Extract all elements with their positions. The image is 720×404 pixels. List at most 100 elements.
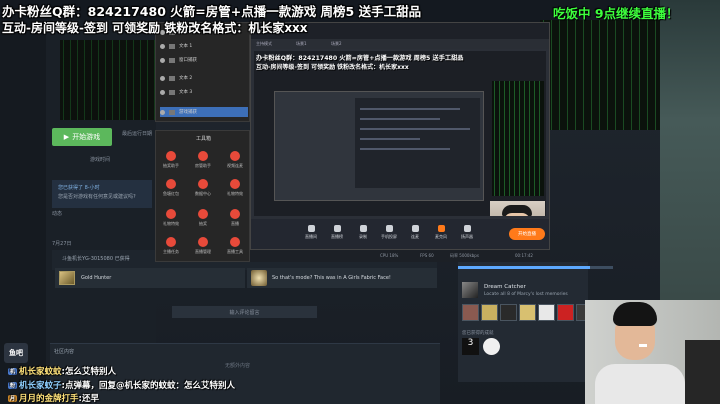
source-item[interactable]: 文本 1 [160, 41, 248, 51]
achievement-tile[interactable] [519, 304, 536, 321]
tool-gift-fx-2[interactable]: 礼物特效 [158, 209, 184, 227]
record-button[interactable]: 录制 [351, 225, 375, 240]
achievement-tile[interactable] [462, 304, 479, 321]
preview-tab[interactable]: 场景1 [296, 41, 307, 47]
scene-sources-panel: 摄像头 1 文本 1 窗口捕获 文本 2 文本 3 游戏捕获 [155, 22, 250, 122]
trophy-icon [59, 271, 75, 285]
tool-label: 抽奖助手 [163, 163, 179, 168]
community-title: 社区内容 [54, 349, 75, 355]
tool-redpacket[interactable]: 鱼塘红包 [158, 179, 184, 197]
eye-icon[interactable] [160, 75, 165, 81]
mic-button[interactable]: 麦克风 [429, 225, 453, 240]
source-item[interactable]: 文本 3 [160, 87, 248, 97]
streamer-webcam [585, 300, 720, 404]
achievement-tile[interactable] [557, 304, 574, 321]
preview-tabs: 主持模式 场景1 场景2 [251, 39, 549, 49]
room-label: 直播间 [305, 234, 317, 239]
preview-tab[interactable]: 主持模式 [256, 41, 272, 47]
tool-lottery[interactable]: 抽奖助手 [158, 151, 184, 169]
phone-icon [385, 225, 393, 232]
tool-room-admin[interactable]: 房管助手 [190, 151, 216, 169]
fan-badge: 月 [8, 395, 18, 402]
room-button[interactable]: 直播间 [299, 225, 323, 240]
play-icon: ▶ [63, 133, 70, 141]
eye-icon[interactable] [160, 89, 165, 95]
stream-preview-window: 【机长】直播 - 主持控制 主持模式 场景1 场景2 办卡粉丝Q群：824217… [250, 22, 550, 250]
play-time-label: 游戏时间 [90, 157, 111, 163]
source-item[interactable]: 文本 2 [160, 73, 248, 83]
preview-game-image [492, 81, 544, 196]
achievement-tile[interactable] [481, 304, 498, 321]
video-icon [230, 151, 240, 161]
tool-tasks[interactable]: 主播任务 [158, 237, 184, 255]
fps-status: FPS 60 [420, 253, 434, 258]
tool-label: 礼物特效 [227, 191, 243, 196]
play-button[interactable]: ▶ 开始游戏 [52, 128, 112, 146]
activity-user: 斗鱼机长YG-3015080 已获得 [62, 256, 130, 262]
play-button-label: 开始游戏 [72, 133, 101, 141]
news-card[interactable]: 您已获得了 8-小时 您是否对游戏有任何意见或建议吗? [52, 180, 152, 208]
last-played-label: 最后运行日期 [122, 131, 153, 137]
achievement-grid [462, 304, 593, 321]
fan-badge: 粉 [8, 382, 18, 389]
source-label: 文本 1 [179, 44, 193, 49]
toolbox-title: 工具箱 [195, 136, 211, 142]
chat-text: 点弹幕，回复@机长家的蚊蚊：怎么艾特别人 [64, 381, 235, 391]
preview-overlay-line2: 互动-房间等级-签到 可领奖励 铁粉改名格式：机长家xxx [256, 64, 409, 71]
achievements-panel: Dream Catcher Locate all 8 of Marcy's lo… [458, 262, 613, 382]
tool-draw[interactable]: 抽奖 [190, 209, 216, 227]
speaker-label: 扬声器 [461, 234, 473, 239]
source-icon [169, 57, 175, 63]
redpacket-icon [166, 179, 176, 189]
screenshot-thumbnail [251, 270, 267, 286]
link-icon [411, 225, 419, 232]
chat-username: 月月的金牌打手 [19, 394, 79, 404]
link-label: 连麦 [411, 234, 419, 239]
tool-utilities[interactable]: 直播工具 [222, 237, 248, 255]
eye-icon[interactable] [160, 109, 165, 115]
live-timer: 00:17:42 [515, 253, 533, 258]
achievement-tile[interactable] [538, 304, 555, 321]
task-icon [166, 237, 176, 247]
news-title: 您已获得了 8-小时 [58, 185, 100, 191]
tool-manage[interactable]: 直播管理 [190, 237, 216, 255]
eye-icon[interactable] [160, 57, 165, 63]
screenshot-post[interactable]: So that's mode? This was in A Girls Fabr… [247, 268, 437, 288]
speaker-icon [463, 225, 471, 232]
rank-button[interactable]: 直播榜 [325, 225, 349, 240]
corner-badge: 鱼吧 [4, 343, 28, 363]
achievement-tile[interactable] [483, 338, 500, 355]
link-mic-button[interactable]: 连麦 [403, 225, 427, 240]
source-label: 文本 3 [179, 90, 193, 95]
achievement-tile[interactable] [500, 304, 517, 321]
tool-label: 直播 [231, 221, 239, 226]
source-icon [169, 109, 175, 115]
manage-icon [198, 237, 208, 247]
start-live-button[interactable]: 开始直播 [509, 228, 545, 240]
cast-button[interactable]: 手机投屏 [377, 225, 401, 240]
cpu-status: CPU 18% [380, 253, 399, 258]
tool-gift-fx[interactable]: 礼物特效 [222, 179, 248, 197]
cast-label: 手机投屏 [381, 234, 397, 239]
eye-icon[interactable] [160, 43, 165, 49]
gift-icon [230, 179, 240, 189]
speaker-button[interactable]: 扬声器 [455, 225, 479, 240]
tool-video-link[interactable]: 视频连麦 [222, 151, 248, 169]
achievement-grid-2: 3 [462, 338, 500, 355]
tool-label: 房管助手 [195, 163, 211, 168]
source-item[interactable]: 窗口捕获 [160, 55, 248, 65]
comment-input[interactable]: 输入评论留言 [172, 306, 317, 318]
fan-badge: 机 [8, 368, 18, 375]
record-icon [359, 225, 367, 232]
community-empty: 无额外内容 [225, 363, 251, 369]
gift-icon [166, 209, 176, 219]
post-text: So that's mode? This was in A Girls Fabr… [272, 275, 391, 281]
source-item-selected[interactable]: 游戏捕获 [160, 107, 248, 117]
tool-live[interactable]: 直播 [222, 209, 248, 227]
mic-label: 麦克风 [435, 234, 447, 239]
tool-label: 鱼塘红包 [163, 191, 179, 196]
achievement-tile[interactable]: 3 [462, 338, 479, 355]
achievement-gold-hunter[interactable]: Gold Hunter [55, 268, 245, 288]
preview-tab[interactable]: 场景2 [331, 41, 342, 47]
tool-data[interactable]: 数据中心 [190, 179, 216, 197]
